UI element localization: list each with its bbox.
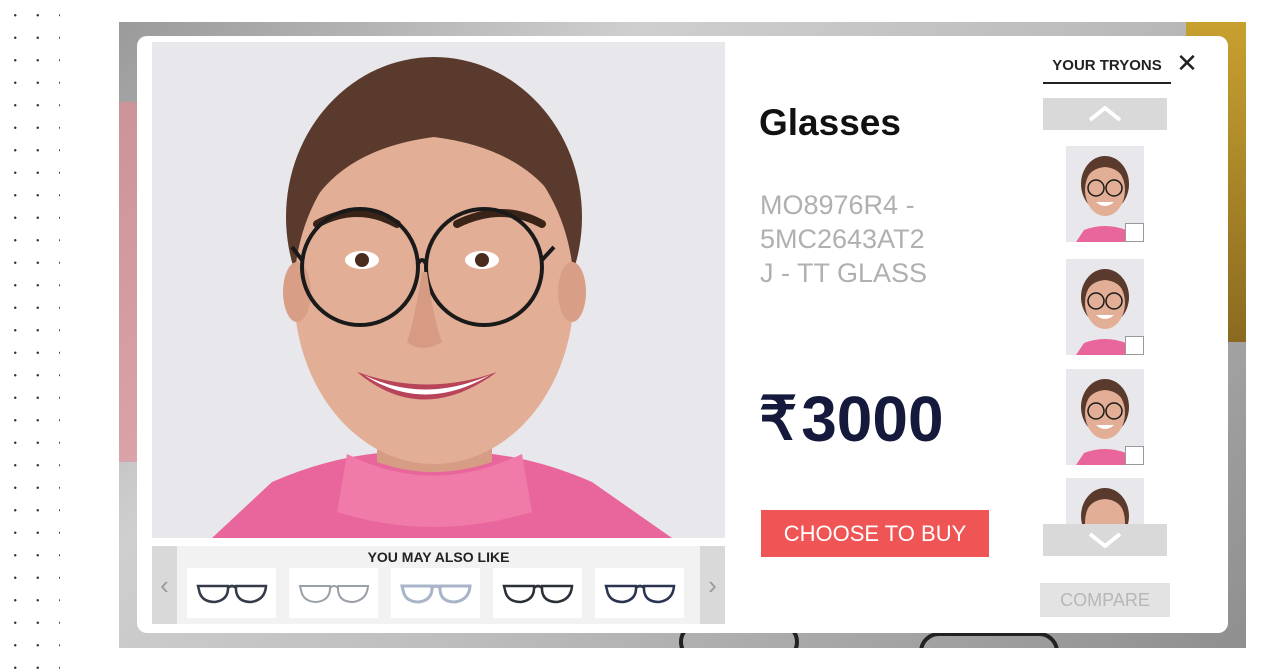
product-code: MO8976R4 - 5MC2643AT2 J - TT GLASS [760, 188, 1020, 290]
recommendation-item[interactable] [595, 568, 684, 618]
product-name: Glasses [759, 102, 901, 143]
chevron-right-icon[interactable]: › [700, 546, 725, 624]
currency-symbol: ₹ [759, 385, 798, 452]
compare-checkbox[interactable] [1125, 223, 1144, 242]
price-value: 3000 [801, 383, 944, 455]
glasses-dark-icon [501, 584, 573, 604]
product-price: ₹ 3000 [759, 382, 944, 456]
close-icon[interactable]: ✕ [1173, 50, 1201, 78]
choose-to-buy-button[interactable]: CHOOSE TO BUY [761, 510, 989, 557]
recommendation-item[interactable] [391, 568, 480, 618]
recommendations-title: YOU MAY ALSO LIKE [367, 549, 510, 565]
recommendation-list [187, 568, 684, 618]
tryon-modal: ‹ YOU MAY ALSO LIKE › Glasses MO8976R4 -… [137, 36, 1228, 633]
product-code-line: MO8976R4 - [760, 190, 915, 220]
tryon-thumbnail[interactable] [1066, 369, 1144, 465]
product-code-line: 5MC2643AT2 [760, 224, 925, 254]
glasses-navy-icon [603, 584, 675, 604]
compare-button[interactable]: COMPARE [1040, 583, 1170, 617]
recommendation-item[interactable] [493, 568, 582, 618]
tab-your-tryons[interactable]: YOUR TRYONS [1043, 56, 1171, 84]
dot-pattern [0, 0, 60, 670]
compare-checkbox[interactable] [1125, 336, 1144, 355]
glasses-black-icon [195, 584, 267, 604]
tryon-thumbnail[interactable] [1066, 259, 1144, 355]
compare-checkbox[interactable] [1125, 446, 1144, 465]
glasses-clear-icon [399, 584, 472, 604]
tryon-thumbnail[interactable] [1066, 146, 1144, 242]
tryon-thumbnails [1066, 146, 1144, 524]
tryon-photo [152, 42, 725, 538]
product-code-line: J - TT GLASS [760, 258, 928, 288]
chevron-left-icon[interactable]: ‹ [152, 546, 177, 624]
recommendation-item[interactable] [289, 568, 378, 618]
glasses-silver-icon [298, 585, 369, 604]
recommendation-item[interactable] [187, 568, 276, 618]
chevron-up-icon[interactable] [1043, 98, 1167, 130]
you-may-also-like: ‹ YOU MAY ALSO LIKE › [152, 546, 725, 624]
chevron-down-icon[interactable] [1043, 524, 1167, 556]
tryon-thumbnail[interactable] [1066, 478, 1144, 524]
